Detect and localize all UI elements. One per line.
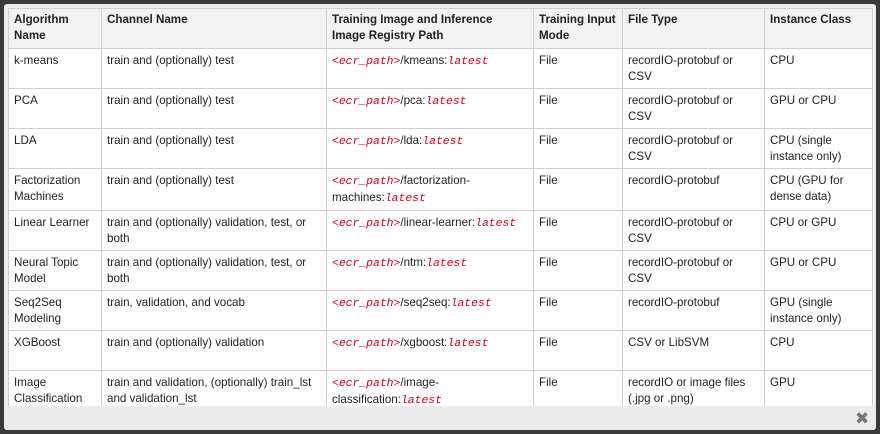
- registry-path-name: /seq2seq:: [400, 296, 451, 309]
- cell-training-input-mode: File: [533, 290, 623, 331]
- cell-file-type: CSV or LibSVM: [622, 330, 765, 371]
- cell-file-type: recordIO-protobuf or CSV: [622, 210, 765, 251]
- cell-file-type: recordIO-protobuf or CSV: [622, 250, 765, 291]
- cell-training-input-mode: File: [533, 330, 623, 371]
- close-icon[interactable]: ✖: [855, 410, 869, 427]
- table-header-row: Algorithm Name Channel Name Training Ima…: [8, 8, 873, 49]
- cell-instance-class: CPU: [764, 330, 873, 371]
- cell-algorithm-name: Neural Topic Model: [8, 250, 102, 291]
- cell-registry-path: <ecr_path>/lda:latest: [326, 128, 534, 169]
- registry-path-name: /ntm:: [400, 256, 427, 269]
- table-row: Linear Learner train and (optionally) val…: [8, 210, 873, 251]
- cell-instance-class: CPU (GPU for dense data): [764, 168, 873, 211]
- table-row: Factorization Machines train and (optiona…: [8, 168, 873, 211]
- image-tag: latest: [425, 96, 467, 108]
- ecr-path-placeholder: <ecr_path>: [332, 338, 401, 350]
- cell-training-input-mode: File: [533, 250, 623, 291]
- image-tag: latest: [426, 258, 468, 270]
- image-tag: latest: [422, 136, 464, 148]
- table-row: Seq2Seq Modeling train, validation, and v…: [8, 290, 873, 331]
- cell-algorithm-name: LDA: [8, 128, 102, 169]
- ecr-path-placeholder: <ecr_path>: [332, 136, 401, 148]
- cell-channel-name: train and (optionally) validation, test,…: [101, 210, 327, 251]
- cell-channel-name: train and (optionally) test: [101, 128, 327, 169]
- cell-training-input-mode: File: [533, 128, 623, 169]
- table-container: Algorithm Name Channel Name Training Ima…: [8, 8, 874, 413]
- cell-registry-path: <ecr_path>/ntm:latest: [326, 250, 534, 291]
- header-file-type: File Type: [622, 8, 765, 49]
- cell-registry-path: <ecr_path>/xgboost:latest: [326, 330, 534, 371]
- image-tag: latest: [447, 338, 489, 350]
- header-channel-name: Channel Name: [101, 8, 327, 49]
- cell-algorithm-name: Factorization Machines: [8, 168, 102, 211]
- cell-instance-class: GPU or CPU: [764, 250, 873, 291]
- modal-dialog: Algorithm Name Channel Name Training Ima…: [4, 4, 876, 430]
- table-row: PCA train and (optionally) test <ecr_path>…: [8, 88, 873, 129]
- table-row: k-means train and (optionally) test <ecr_p…: [8, 48, 873, 89]
- cell-algorithm-name: Linear Learner: [8, 210, 102, 251]
- algorithms-table: Algorithm Name Channel Name Training Ima…: [8, 8, 873, 413]
- ecr-path-placeholder: <ecr_path>: [332, 96, 401, 108]
- image-tag: latest: [450, 298, 492, 310]
- registry-path-name: /linear-learner:: [400, 216, 476, 229]
- registry-path-name: /xgboost:: [400, 336, 448, 349]
- cell-file-type: recordIO-protobuf: [622, 290, 765, 331]
- ecr-path-placeholder: <ecr_path>: [332, 218, 401, 230]
- ecr-path-placeholder: <ecr_path>: [332, 258, 401, 270]
- table-row: LDA train and (optionally) test <ecr_path>…: [8, 128, 873, 169]
- table-row: XGBoost train and (optionally) validation…: [8, 330, 873, 371]
- table-row: Neural Topic Model train and (optionally)…: [8, 250, 873, 291]
- cell-training-input-mode: File: [533, 48, 623, 89]
- cell-instance-class: CPU (single instance only): [764, 128, 873, 169]
- cell-algorithm-name: XGBoost: [8, 330, 102, 371]
- cell-algorithm-name: k-means: [8, 48, 102, 89]
- modal-footer: ✖: [4, 406, 876, 430]
- ecr-path-placeholder: <ecr_path>: [332, 176, 401, 188]
- header-training-input-mode: Training Input Mode: [533, 8, 623, 49]
- header-algorithm-name: Algorithm Name: [8, 8, 102, 49]
- image-tag: latest: [447, 56, 489, 68]
- registry-path-name: /lda:: [400, 134, 423, 147]
- cell-training-input-mode: File: [533, 210, 623, 251]
- cell-channel-name: train and (optionally) validation: [101, 330, 327, 371]
- registry-path-name: /kmeans:: [400, 54, 448, 67]
- cell-file-type: recordIO-protobuf or CSV: [622, 88, 765, 129]
- cell-file-type: recordIO-protobuf: [622, 168, 765, 211]
- cell-instance-class: CPU: [764, 48, 873, 89]
- ecr-path-placeholder: <ecr_path>: [332, 56, 401, 68]
- header-registry-path: Training Image and Inference Image Regis…: [326, 8, 534, 49]
- cell-training-input-mode: File: [533, 88, 623, 129]
- cell-registry-path: <ecr_path>/linear-learner:latest: [326, 210, 534, 251]
- cell-algorithm-name: PCA: [8, 88, 102, 129]
- cell-instance-class: GPU or CPU: [764, 88, 873, 129]
- cell-registry-path: <ecr_path>/kmeans:latest: [326, 48, 534, 89]
- ecr-path-placeholder: <ecr_path>: [332, 378, 401, 390]
- cell-file-type: recordIO-protobuf or CSV: [622, 128, 765, 169]
- cell-registry-path: <ecr_path>/factorization-machines:latest: [326, 168, 534, 211]
- cell-channel-name: train and (optionally) test: [101, 168, 327, 211]
- cell-instance-class: GPU (single instance only): [764, 290, 873, 331]
- cell-training-input-mode: File: [533, 168, 623, 211]
- cell-algorithm-name: Seq2Seq Modeling: [8, 290, 102, 331]
- cell-channel-name: train, validation, and vocab: [101, 290, 327, 331]
- image-tag: latest: [475, 218, 517, 230]
- cell-channel-name: train and (optionally) validation, test,…: [101, 250, 327, 291]
- cell-channel-name: train and (optionally) test: [101, 88, 327, 129]
- cell-channel-name: train and (optionally) test: [101, 48, 327, 89]
- registry-path-name: /pca:: [400, 94, 426, 107]
- header-instance-class: Instance Class: [764, 8, 873, 49]
- cell-file-type: recordIO-protobuf or CSV: [622, 48, 765, 89]
- cell-registry-path: <ecr_path>/pca:latest: [326, 88, 534, 129]
- ecr-path-placeholder: <ecr_path>: [332, 298, 401, 310]
- cell-registry-path: <ecr_path>/seq2seq:latest: [326, 290, 534, 331]
- cell-instance-class: CPU or GPU: [764, 210, 873, 251]
- image-tag: latest: [384, 193, 426, 205]
